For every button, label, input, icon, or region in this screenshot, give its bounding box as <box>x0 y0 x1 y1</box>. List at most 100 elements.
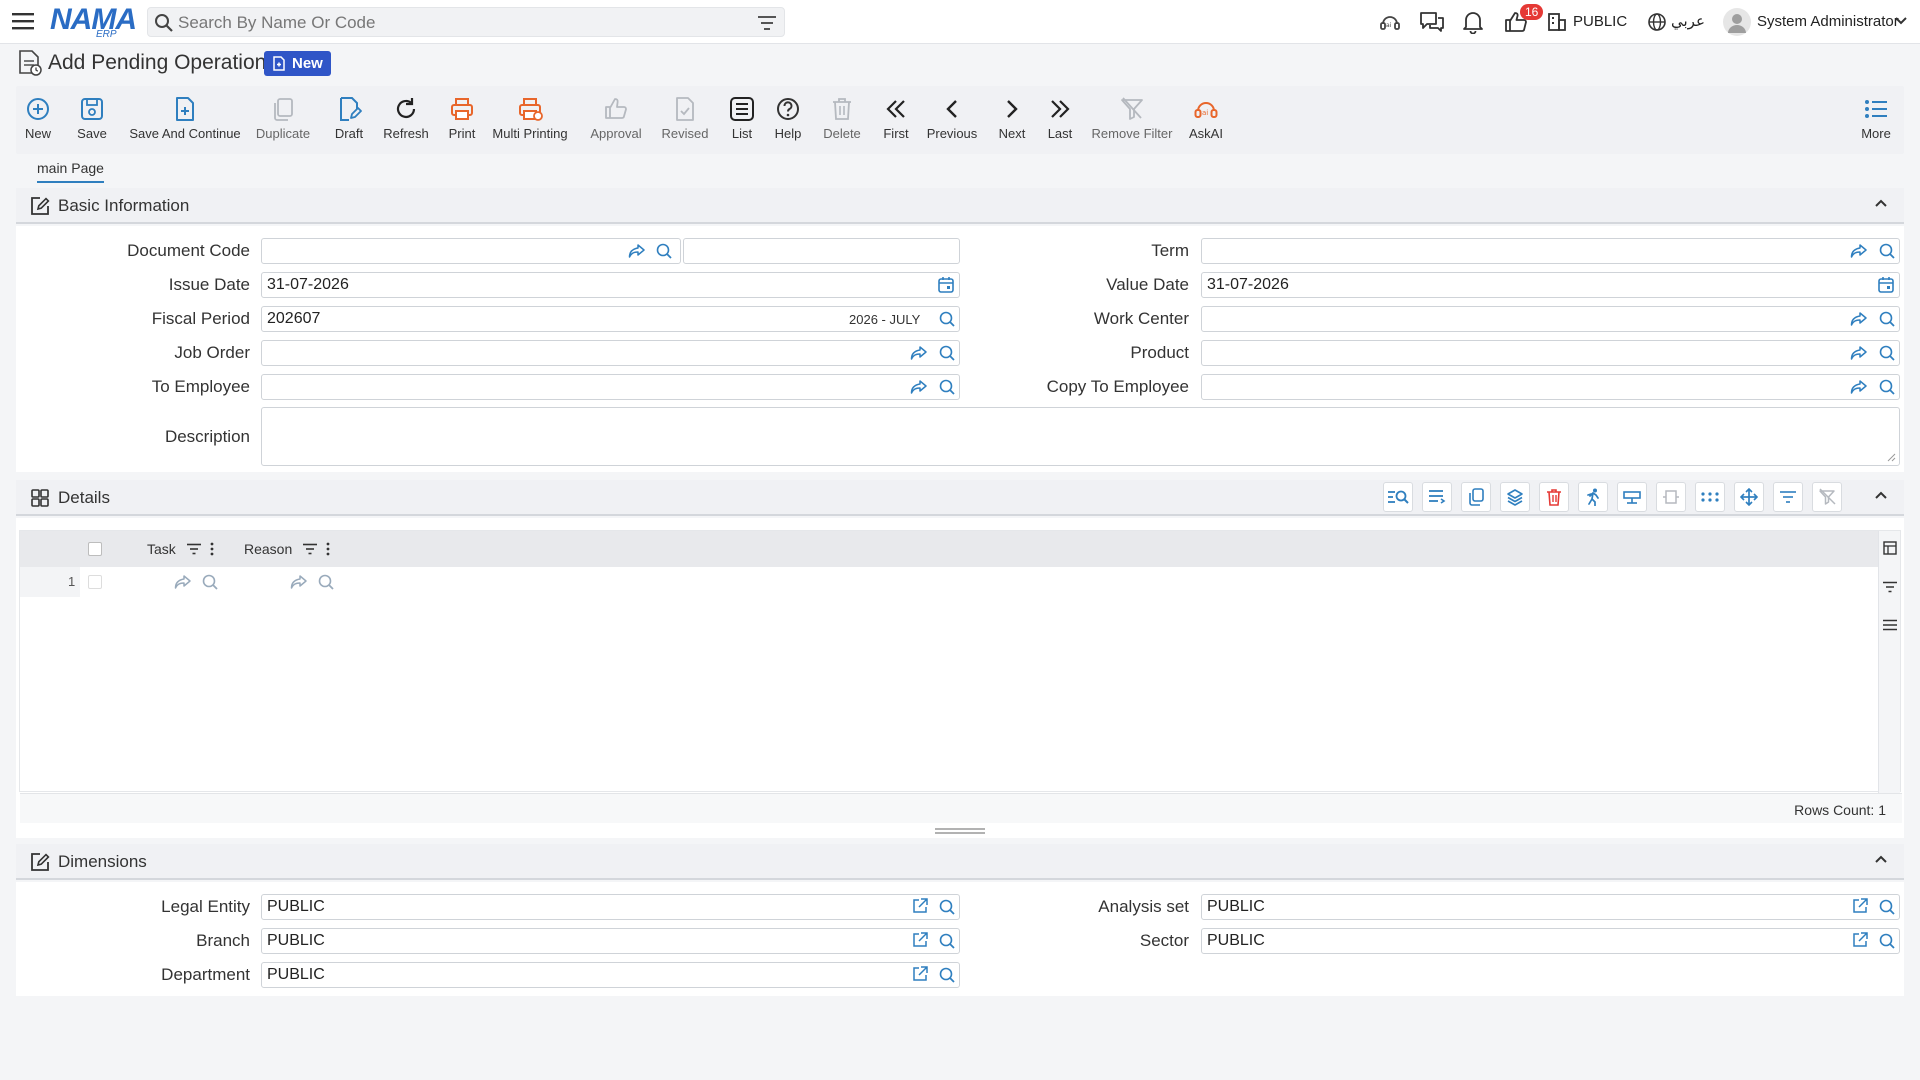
save-and-continue-button[interactable]: Save And Continue <box>129 86 241 154</box>
document-code-name-field[interactable] <box>683 238 960 264</box>
share-arrow-icon[interactable] <box>174 573 192 591</box>
share-arrow-icon[interactable] <box>1850 344 1868 362</box>
hamburger-menu-icon[interactable] <box>12 11 34 31</box>
row-checkbox[interactable] <box>88 575 102 589</box>
lookup-search-icon[interactable] <box>1878 344 1896 362</box>
external-link-icon[interactable] <box>912 932 928 948</box>
run-button[interactable] <box>1578 482 1608 512</box>
duplicate-button[interactable]: Duplicate <box>254 86 312 154</box>
lookup-search-icon[interactable] <box>1878 378 1896 396</box>
collapse-chevron-icon[interactable] <box>1874 198 1888 208</box>
fit-columns-button[interactable] <box>1656 482 1686 512</box>
avatar[interactable] <box>1723 8 1751 36</box>
issue-date-field[interactable]: 31-07-2026 <box>261 272 960 298</box>
calendar-icon[interactable] <box>1878 276 1894 294</box>
dimensions-header[interactable]: Dimensions <box>16 844 1904 880</box>
columns-panel-icon[interactable] <box>1883 541 1897 555</box>
lookup-search-icon[interactable] <box>938 966 956 984</box>
share-arrow-icon[interactable] <box>1850 310 1868 328</box>
print-button[interactable]: Print <box>444 86 480 154</box>
work-center-field[interactable] <box>1201 306 1900 332</box>
lookup-search-icon[interactable] <box>655 242 673 260</box>
value-date-field[interactable]: 31-07-2026 <box>1201 272 1900 298</box>
column-filter-icon[interactable] <box>187 543 201 555</box>
legal-entity-field[interactable]: PUBLIC <box>261 894 960 920</box>
column-menu-icon[interactable] <box>210 542 214 556</box>
analysis-set-field[interactable]: PUBLIC <box>1201 894 1900 920</box>
rows-panel-icon[interactable] <box>1883 619 1897 631</box>
calendar-icon[interactable] <box>938 276 954 294</box>
nama-logo[interactable]: NAMA ERP <box>50 3 137 40</box>
askai-button[interactable]: ai AskAI <box>1186 86 1226 154</box>
external-link-icon[interactable] <box>1852 932 1868 948</box>
share-arrow-icon[interactable] <box>910 378 928 396</box>
grid-dots-button[interactable] <box>1695 482 1725 512</box>
column-menu-icon[interactable] <box>326 542 330 556</box>
chat-icon[interactable] <box>1419 10 1445 34</box>
help-button[interactable]: Help <box>772 86 804 154</box>
copy-rows-button[interactable] <box>1461 482 1491 512</box>
list-button[interactable]: List <box>726 86 758 154</box>
to-employee-field[interactable] <box>261 374 960 400</box>
draft-button[interactable]: Draft <box>328 86 370 154</box>
column-header-task[interactable]: Task <box>147 541 176 557</box>
previous-button[interactable]: Previous <box>924 86 980 154</box>
filter-icon[interactable] <box>758 15 776 31</box>
resize-handle-icon[interactable] <box>1886 452 1896 462</box>
merge-button[interactable] <box>1617 482 1647 512</box>
lookup-search-icon[interactable] <box>1878 310 1896 328</box>
product-field[interactable] <box>1201 340 1900 366</box>
last-button[interactable]: Last <box>1044 86 1076 154</box>
user-name[interactable]: System Administrator <box>1757 13 1899 30</box>
share-arrow-icon[interactable] <box>1850 242 1868 260</box>
external-link-icon[interactable] <box>1852 898 1868 914</box>
more-button[interactable]: More <box>1858 86 1894 154</box>
lookup-search-icon[interactable] <box>201 573 219 591</box>
lookup-search-icon[interactable] <box>938 310 956 328</box>
sector-field[interactable]: PUBLIC <box>1201 928 1900 954</box>
lookup-search-icon[interactable] <box>317 573 335 591</box>
department-field[interactable]: PUBLIC <box>261 962 960 988</box>
search-input[interactable] <box>178 12 738 34</box>
copy-to-employee-field[interactable] <box>1201 374 1900 400</box>
lookup-search-icon[interactable] <box>938 378 956 396</box>
external-link-icon[interactable] <box>912 966 928 982</box>
term-field[interactable] <box>1201 238 1900 264</box>
lookup-search-icon[interactable] <box>1878 932 1896 950</box>
grid-remove-filter-button[interactable] <box>1812 482 1842 512</box>
resize-grip-icon[interactable] <box>935 827 985 835</box>
next-button[interactable]: Next <box>996 86 1028 154</box>
revised-button[interactable]: Revised <box>658 86 712 154</box>
share-arrow-icon[interactable] <box>628 242 646 260</box>
lookup-search-icon[interactable] <box>1878 242 1896 260</box>
job-order-field[interactable] <box>261 340 960 366</box>
share-arrow-icon[interactable] <box>910 344 928 362</box>
branch-field[interactable]: PUBLIC <box>261 928 960 954</box>
chevron-down-icon[interactable] <box>1894 16 1908 26</box>
new-button[interactable]: New <box>22 86 54 154</box>
grid-filter-button[interactable] <box>1773 482 1803 512</box>
column-header-reason[interactable]: Reason <box>244 541 292 557</box>
lookup-search-icon[interactable] <box>938 932 956 950</box>
globe-icon[interactable] <box>1647 12 1667 32</box>
save-button[interactable]: Save <box>74 86 110 154</box>
external-link-icon[interactable] <box>912 898 928 914</box>
bell-icon[interactable] <box>1462 10 1484 34</box>
entity-selector[interactable]: PUBLIC <box>1573 13 1627 30</box>
column-filter-icon[interactable] <box>303 543 317 555</box>
first-button[interactable]: First <box>878 86 914 154</box>
table-row[interactable]: 1 <box>20 567 1878 597</box>
fiscal-period-field[interactable]: 202607 2026 - JULY <box>261 306 960 332</box>
approval-button[interactable]: Approval <box>588 86 644 154</box>
remove-filter-button[interactable]: Remove Filter <box>1092 86 1172 154</box>
delete-rows-button[interactable] <box>1539 482 1569 512</box>
description-textarea[interactable] <box>261 407 1900 466</box>
lookup-search-icon[interactable] <box>1878 898 1896 916</box>
share-arrow-icon[interactable] <box>290 573 308 591</box>
document-code-field[interactable] <box>261 238 681 264</box>
layers-button[interactable] <box>1500 482 1530 512</box>
filters-panel-icon[interactable] <box>1883 581 1897 593</box>
delete-button[interactable]: Delete <box>820 86 864 154</box>
collapse-chevron-icon[interactable] <box>1874 490 1888 500</box>
move-button[interactable] <box>1734 482 1764 512</box>
